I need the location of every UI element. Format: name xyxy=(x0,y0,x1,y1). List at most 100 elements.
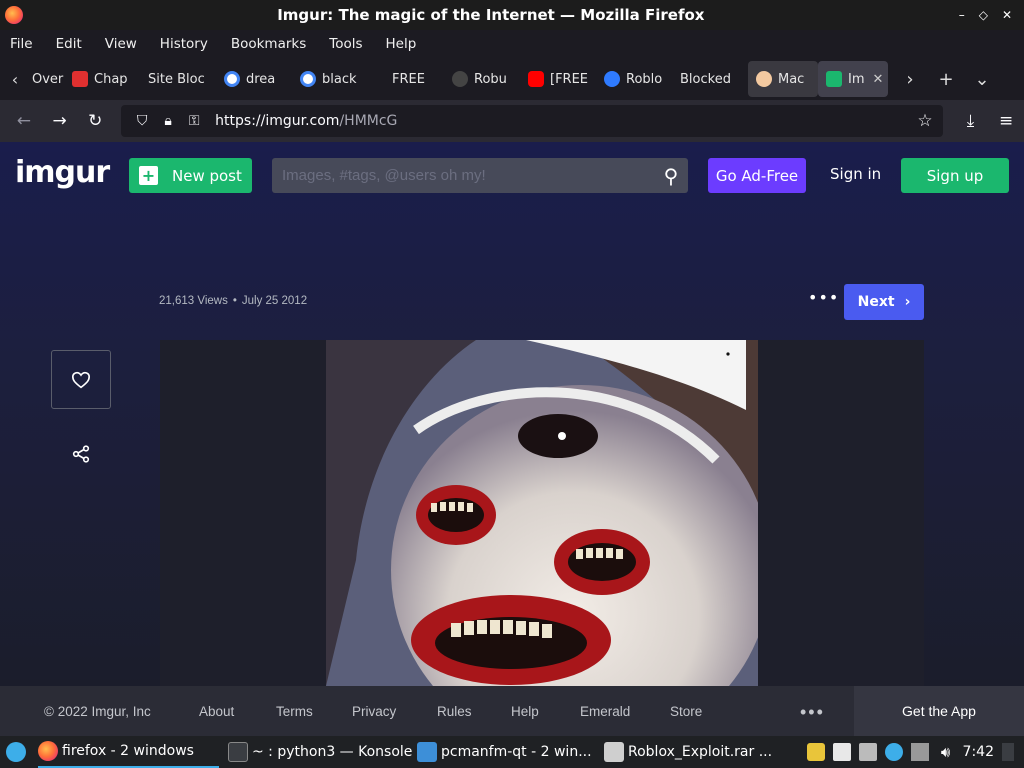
post-meta: 21,613 Views • July 25 2012 xyxy=(159,295,308,307)
taskbar-item-pcmanfm[interactable]: pcmanfm-qt - 2 win... xyxy=(417,736,592,768)
taskbar-item-archive[interactable]: Roblox_Exploit.rar ... xyxy=(604,736,772,768)
bookmark-star-icon[interactable]: ☆ xyxy=(917,111,932,131)
network-icon[interactable] xyxy=(858,743,877,761)
folder-icon xyxy=(417,742,437,762)
go-ad-free-button[interactable]: Go Ad-Free xyxy=(708,158,806,193)
tab[interactable]: Site Bloc xyxy=(140,61,216,97)
url-text[interactable]: https://imgur.com/HMMcG xyxy=(215,113,397,129)
notification-icon[interactable] xyxy=(884,743,903,761)
show-desktop-icon[interactable] xyxy=(1002,743,1014,761)
menu-edit[interactable]: Edit xyxy=(56,36,82,52)
taskbar-label: Roblox_Exploit.rar ... xyxy=(628,744,773,760)
tab-label: Over xyxy=(32,71,64,87)
post-image[interactable] xyxy=(326,340,758,686)
taskbar-item-firefox[interactable]: firefox - 2 windows xyxy=(38,736,219,768)
hamburger-menu-icon[interactable]: ≡ xyxy=(988,111,1024,131)
shield-icon[interactable]: ⛉ xyxy=(129,113,155,129)
imgur-header: imgur + New post ⚲ Go Ad-Free Sign in Si… xyxy=(0,142,1024,208)
tab-label: drea xyxy=(246,71,276,87)
list-tabs-icon[interactable]: ⌄ xyxy=(964,69,1000,90)
share-icon[interactable] xyxy=(72,445,90,463)
like-button[interactable] xyxy=(51,350,111,409)
clock[interactable]: 7:42 xyxy=(963,744,994,760)
maximize-button[interactable]: ◇ xyxy=(979,8,988,22)
get-the-app-button[interactable]: Get the App xyxy=(854,686,1024,736)
google-icon xyxy=(224,71,240,87)
more-options-icon[interactable]: ••• xyxy=(808,288,839,307)
menu-help[interactable]: Help xyxy=(386,36,417,52)
tab[interactable]: Over xyxy=(30,61,64,97)
menu-tools[interactable]: Tools xyxy=(329,36,362,52)
google-icon xyxy=(300,71,316,87)
tab[interactable]: FREE xyxy=(368,61,444,97)
sign-in-link[interactable]: Sign in xyxy=(830,165,881,183)
footer-emerald-link[interactable]: Emerald xyxy=(580,704,630,719)
imgur-favicon-icon xyxy=(826,71,842,87)
back-icon[interactable]: ← xyxy=(6,111,42,131)
roblox-blue-icon xyxy=(604,71,620,87)
tab[interactable]: Blocked xyxy=(672,61,748,97)
clipboard-icon[interactable] xyxy=(832,743,851,761)
tab[interactable]: black xyxy=(292,61,368,97)
search-box[interactable]: ⚲ xyxy=(272,158,688,193)
new-post-label: New post xyxy=(172,166,242,185)
next-label: Next xyxy=(857,294,895,310)
taskbar-label: pcmanfm-qt - 2 win... xyxy=(441,744,592,760)
footer-rules-link[interactable]: Rules xyxy=(437,704,472,719)
chevron-right-icon: › xyxy=(904,294,911,310)
taskbar-item-konsole[interactable]: ~ : python3 — Konsole xyxy=(228,736,412,768)
system-tray: 🔊︎ 7:42 xyxy=(806,736,1024,768)
tab[interactable]: Chap xyxy=(64,61,140,97)
new-tab-icon[interactable]: + xyxy=(928,69,964,90)
tab-label: black xyxy=(322,71,357,87)
start-menu-button[interactable] xyxy=(6,736,30,768)
footer-about-link[interactable]: About xyxy=(199,704,234,719)
close-tab-icon[interactable]: ✕ xyxy=(873,72,884,87)
tabs-scroll-right-icon[interactable]: › xyxy=(892,69,928,90)
forward-icon[interactable]: → xyxy=(42,111,78,131)
menu-file[interactable]: File xyxy=(10,36,33,52)
minimize-button[interactable]: – xyxy=(959,8,965,22)
tab[interactable]: [FREE xyxy=(520,61,596,97)
reload-icon[interactable]: ↻ xyxy=(77,111,113,131)
search-icon[interactable]: ⚲ xyxy=(654,164,688,188)
volume-icon[interactable]: 🔊︎ xyxy=(937,743,955,761)
tab-label: Roblo xyxy=(626,71,663,87)
url-bar[interactable]: ⛉ 🔒︎ ⚿ https://imgur.com/HMMcG ☆ xyxy=(121,105,943,137)
tab-label: Blocked xyxy=(680,71,731,87)
menu-history[interactable]: History xyxy=(160,36,208,52)
search-input[interactable] xyxy=(282,167,654,184)
footer-more-icon[interactable]: ••• xyxy=(800,702,825,723)
tab[interactable]: drea xyxy=(216,61,292,97)
footer-copyright: © 2022 Imgur, Inc xyxy=(44,703,151,719)
footer-privacy-link[interactable]: Privacy xyxy=(352,704,396,719)
tab-label: Site Bloc xyxy=(148,71,205,87)
start-menu-icon xyxy=(6,742,26,762)
tab-label: FREE xyxy=(392,71,425,87)
taskbar-label: firefox - 2 windows xyxy=(62,743,194,759)
lock-icon[interactable] xyxy=(806,743,825,761)
tab-label: Robu xyxy=(474,71,507,87)
footer-terms-link[interactable]: Terms xyxy=(276,704,313,719)
next-button[interactable]: Next › xyxy=(844,284,924,320)
downloads-icon[interactable]: ⤓ xyxy=(953,111,989,131)
lock-icon[interactable]: 🔒︎ xyxy=(155,113,181,129)
permissions-icon[interactable]: ⚿ xyxy=(181,113,207,129)
new-post-button[interactable]: + New post xyxy=(129,158,252,193)
youtube-icon xyxy=(528,71,544,87)
tab-active[interactable]: Im ✕ xyxy=(818,61,888,97)
tab[interactable]: Roblo xyxy=(596,61,672,97)
footer-help-link[interactable]: Help xyxy=(511,704,539,719)
menu-view[interactable]: View xyxy=(105,36,137,52)
tab-label: [FREE xyxy=(550,71,589,87)
close-window-button[interactable]: ✕ xyxy=(1002,8,1012,22)
tab[interactable]: Mac xyxy=(748,61,818,97)
imgur-logo[interactable]: imgur xyxy=(15,155,110,190)
tab[interactable]: Robu xyxy=(444,61,520,97)
tabs-scroll-left-icon[interactable]: ‹ xyxy=(0,70,30,89)
storage-icon[interactable] xyxy=(910,743,929,761)
menu-bookmarks[interactable]: Bookmarks xyxy=(231,36,306,52)
tab-label: Chap xyxy=(94,71,128,87)
sign-up-button[interactable]: Sign up xyxy=(901,158,1009,193)
footer-store-link[interactable]: Store xyxy=(670,704,702,719)
